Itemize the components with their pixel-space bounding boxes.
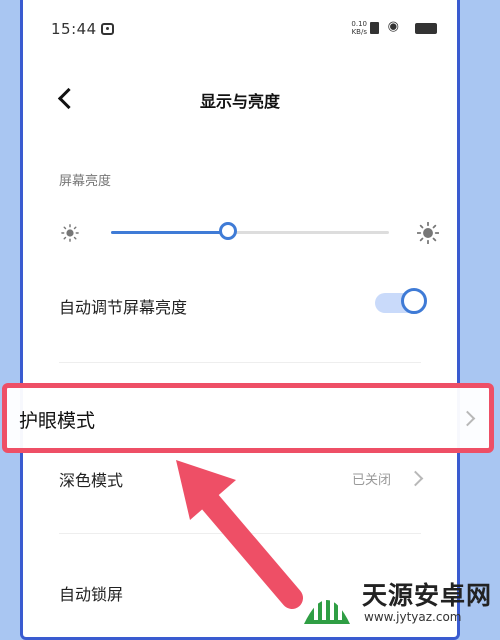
auto-brightness-row[interactable]: 自动调节屏幕亮度 <box>23 285 457 325</box>
eye-care-row[interactable]: 护眼模式 <box>2 383 494 453</box>
eye-care-label: 护眼模式 <box>19 410 96 432</box>
low-brightness-icon <box>61 224 79 242</box>
phone-screen: 15:44 0.10 KB/s ◉ 显示与亮度 屏幕亮度 自动调节屏幕亮度 深色… <box>20 0 460 640</box>
auto-brightness-toggle-knob <box>401 288 427 314</box>
status-time: 15:44 <box>51 20 97 38</box>
auto-brightness-toggle[interactable] <box>375 288 427 314</box>
auto-lock-label: 自动锁屏 <box>59 585 124 604</box>
sim-card-icon <box>370 22 379 34</box>
brightness-slider[interactable] <box>111 222 389 240</box>
page-title: 显示与亮度 <box>199 92 280 111</box>
chevron-right-icon <box>459 410 476 427</box>
high-brightness-icon <box>417 222 439 244</box>
watermark-name: 天源安卓网 <box>362 581 493 610</box>
network-speed-unit: KB/s <box>351 28 367 36</box>
divider <box>59 362 421 363</box>
site-watermark: 天源安卓网 www.jytyaz.com <box>300 568 500 630</box>
brightness-section-label: 屏幕亮度 <box>59 174 112 189</box>
chevron-right-icon <box>407 470 424 487</box>
network-speed-value: 0.10 <box>351 20 367 28</box>
watermark-url: www.jytyaz.com <box>364 610 462 624</box>
dark-mode-status: 已关闭 <box>351 473 391 488</box>
wifi-icon: ◉ <box>387 19 399 34</box>
app-notification-icon <box>101 23 114 35</box>
dark-mode-label: 深色模式 <box>59 471 124 490</box>
nav-bar: 显示与亮度 <box>23 80 457 120</box>
brightness-slider-fill <box>111 231 228 234</box>
network-speed: 0.10 KB/s <box>351 20 367 36</box>
status-bar: 15:44 0.10 KB/s ◉ <box>51 20 437 40</box>
watermark-logo-icon <box>304 596 350 624</box>
dark-mode-row[interactable]: 深色模式 已关闭 <box>23 458 457 498</box>
divider <box>59 533 421 534</box>
brightness-slider-row <box>23 215 457 251</box>
battery-icon <box>415 23 437 34</box>
brightness-slider-thumb[interactable] <box>218 222 237 240</box>
auto-brightness-label: 自动调节屏幕亮度 <box>59 298 188 317</box>
